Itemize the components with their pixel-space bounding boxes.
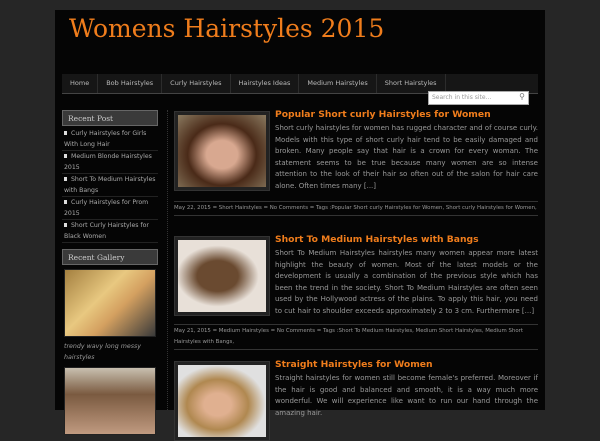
search-input[interactable]: Search in this site... ⚲ bbox=[428, 91, 529, 105]
recent-post-item[interactable]: Short To Medium Hairstyles with Bangs bbox=[62, 174, 158, 197]
recent-gallery-title: Recent Gallery bbox=[62, 249, 158, 265]
post-thumbnail[interactable] bbox=[174, 236, 270, 316]
nav-home[interactable]: Home bbox=[62, 74, 99, 93]
post-meta: May 21, 2015 = Medium Hairstyles = No Co… bbox=[174, 324, 538, 350]
recent-post-title: Recent Post bbox=[62, 110, 158, 126]
search-icon[interactable]: ⚲ bbox=[519, 92, 525, 101]
gallery-caption[interactable]: trendy wavy long messy hairstyles bbox=[62, 341, 158, 363]
recent-post-list: Curly Hairstyles for Girls With Long Hai… bbox=[62, 126, 158, 243]
post-excerpt: Short curly hairstyles for women has rug… bbox=[275, 124, 538, 190]
post-thumbnail[interactable] bbox=[174, 361, 270, 441]
post-excerpt: Straight hairstyles for women still beco… bbox=[275, 374, 538, 417]
post-title[interactable]: Popular Short curly Hairstyles for Women bbox=[275, 109, 491, 120]
recent-post-item[interactable]: Short Curly Hairstyles for Black Women bbox=[62, 220, 158, 243]
post-meta: May 22, 2015 = Short Hairstyles = No Com… bbox=[174, 201, 538, 216]
search-placeholder: Search in this site... bbox=[432, 94, 492, 101]
site-title[interactable]: Womens Hairstyles 2015 bbox=[69, 16, 384, 42]
gallery-image[interactable] bbox=[64, 367, 156, 435]
post-title[interactable]: Straight Hairstyles for Women bbox=[275, 359, 433, 370]
nav-hairstyles-ideas[interactable]: Hairstyles Ideas bbox=[231, 74, 300, 93]
nav-curly-hairstyles[interactable]: Curly Hairstyles bbox=[162, 74, 231, 93]
recent-post-item[interactable]: Curly Hairstyles for Prom 2015 bbox=[62, 197, 158, 220]
divider bbox=[167, 110, 168, 410]
gallery-image[interactable] bbox=[64, 269, 156, 337]
recent-post-item[interactable]: Curly Hairstyles for Girls With Long Hai… bbox=[62, 128, 158, 151]
sidebar: Recent Post Curly Hairstyles for Girls W… bbox=[62, 110, 158, 439]
page-container: Womens Hairstyles 2015 Home Bob Hairstyl… bbox=[55, 10, 545, 441]
nav-medium-hairstyles[interactable]: Medium Hairstyles bbox=[299, 74, 377, 93]
post-thumbnail[interactable] bbox=[174, 111, 270, 191]
post-excerpt: Short To Medium Hairstyles hairstyles ma… bbox=[275, 249, 538, 315]
post-title[interactable]: Short To Medium Hairstyles with Bangs bbox=[275, 234, 479, 245]
nav-bob-hairstyles[interactable]: Bob Hairstyles bbox=[98, 74, 163, 93]
recent-post-item[interactable]: Medium Blonde Hairstyles 2015 bbox=[62, 151, 158, 174]
